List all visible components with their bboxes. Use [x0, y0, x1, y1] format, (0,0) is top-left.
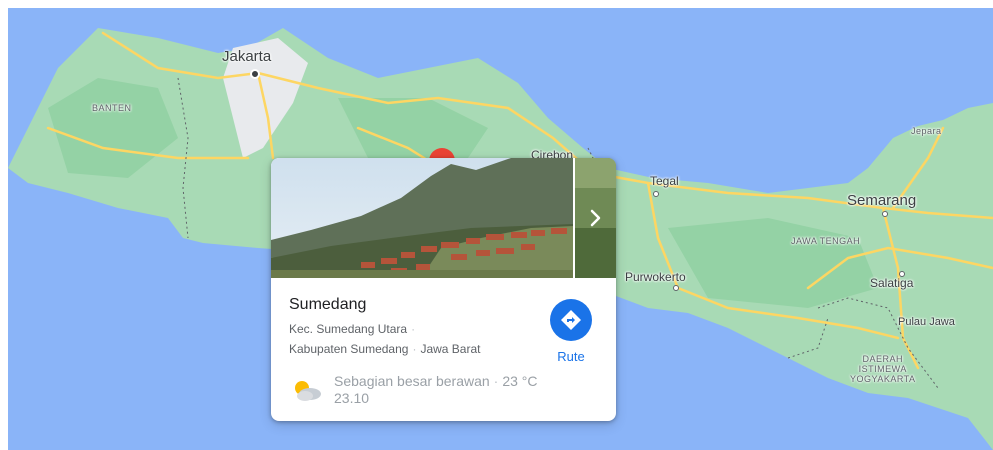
city-label-tegal[interactable]: Tegal	[650, 174, 679, 188]
place-address-line-1: Kec. Sumedang Utara ·	[289, 322, 419, 336]
semarang-marker[interactable]	[882, 211, 888, 217]
partly-cloudy-icon	[291, 379, 323, 403]
address-regency: Kabupaten Sumedang	[289, 342, 409, 356]
address-province: Jawa Barat	[420, 342, 481, 356]
city-label-semarang[interactable]: Semarang	[847, 192, 916, 209]
place-title: Sumedang	[289, 296, 367, 313]
directions-label[interactable]: Rute	[549, 349, 593, 364]
directions-icon	[561, 310, 581, 330]
tegal-marker[interactable]	[653, 191, 659, 197]
jakarta-marker[interactable]	[250, 69, 260, 79]
weather-separator: ·	[493, 373, 499, 389]
place-info-card[interactable]: Sumedang Kec. Sumedang Utara · Kabupaten …	[271, 158, 616, 421]
photo-carousel[interactable]	[271, 158, 616, 278]
weather-time: 23.10	[334, 390, 370, 406]
city-label-salatiga[interactable]: Salatiga	[870, 276, 913, 290]
city-label-jakarta[interactable]: Jakarta	[222, 48, 271, 65]
chevron-right-icon	[590, 209, 601, 227]
weather-line-1: Sebagian besar berawan · 23 °C	[334, 373, 538, 390]
region-label-diy-line3: YOGYAKARTA	[850, 374, 916, 384]
purwokerto-marker[interactable]	[673, 285, 679, 291]
map-view[interactable]: Jakarta BANTEN Cirebon Tegal Semarang Je…	[8, 8, 993, 450]
directions-button[interactable]	[550, 299, 592, 341]
place-photo[interactable]	[271, 158, 573, 278]
next-photo-button[interactable]	[583, 204, 609, 232]
place-photo-image	[271, 158, 573, 278]
region-label-jawa-tengah[interactable]: JAWA TENGAH	[791, 236, 860, 246]
region-label-diy-line2: ISTIMEWA	[858, 364, 907, 374]
address-line-1-text: Kec. Sumedang Utara	[289, 322, 408, 336]
place-label-pulau-jawa[interactable]: Pulau Jawa	[898, 316, 955, 328]
address-separator: ·	[411, 322, 416, 336]
weather-description: Sebagian besar berawan	[334, 373, 490, 389]
address-separator: ·	[412, 342, 417, 356]
region-label-diy-line1: DAERAH	[862, 354, 904, 364]
city-label-jepara[interactable]: Jepara	[911, 126, 942, 136]
weather-temperature: 23 °C	[502, 373, 538, 389]
region-label-banten[interactable]: BANTEN	[92, 103, 132, 113]
region-label-diy[interactable]: DAERAH ISTIMEWA YOGYAKARTA	[850, 354, 916, 384]
place-address-line-2: Kabupaten Sumedang · Jawa Barat	[289, 342, 480, 356]
city-label-purwokerto[interactable]: Purwokerto	[625, 270, 686, 284]
weather-info: Sebagian besar berawan · 23 °C 23.10	[334, 373, 538, 407]
